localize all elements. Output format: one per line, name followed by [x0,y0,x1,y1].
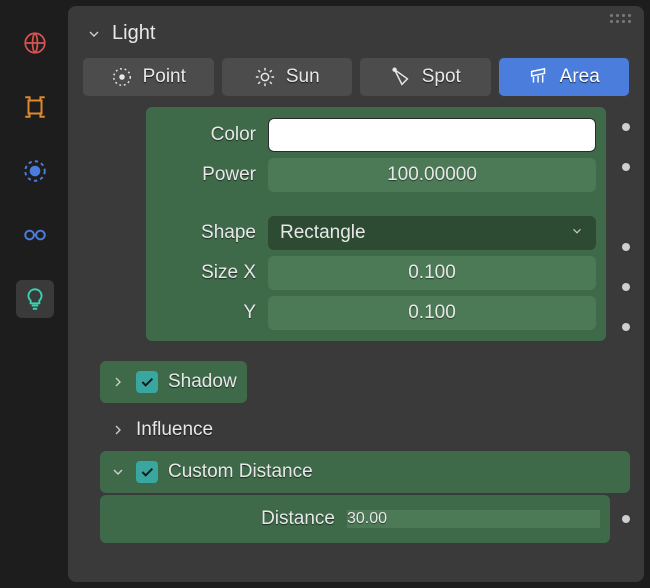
shape-label: Shape [156,222,256,244]
power-label: Power [156,164,256,186]
distance-field[interactable]: 30.00 [347,510,600,528]
chevron-down-icon [86,26,102,42]
panel-title: Light [112,22,155,45]
light-type-sun[interactable]: Sun [221,57,354,97]
area-light-icon [528,66,550,88]
custom-distance-checkbox[interactable] [136,461,158,483]
light-type-label: Point [143,66,186,88]
panel-header[interactable]: Light [82,18,630,57]
light-type-label: Sun [286,66,320,88]
light-type-spot[interactable]: Spot [359,57,492,97]
sizey-field[interactable]: 0.100 [268,296,596,330]
power-row: Power 100.00000 [156,155,596,195]
anim-dot[interactable] [622,163,630,171]
light-properties-group: Color Power 100.00000 Shape Rectangle [146,107,606,341]
sizex-label: Size X [156,262,256,284]
tab-physics[interactable] [16,152,54,190]
sun-light-icon [254,66,276,88]
shape-row: Shape Rectangle [156,213,596,253]
shadow-label: Shadow [168,371,237,393]
tab-constraints[interactable] [16,216,54,254]
color-label: Color [156,124,256,146]
sizey-row: Y 0.100 [156,293,596,333]
light-type-area[interactable]: Area [498,57,631,97]
sizey-label: Y [156,302,256,324]
tab-world[interactable] [16,24,54,62]
shape-select[interactable]: Rectangle [268,216,596,250]
chevron-right-icon [110,422,126,438]
sizex-row: Size X 0.100 [156,253,596,293]
chevron-right-icon [110,374,126,390]
influence-subpanel-header[interactable]: Influence [100,409,630,451]
sizex-field[interactable]: 0.100 [268,256,596,290]
anim-dot[interactable] [622,283,630,291]
light-type-tabs: Point Sun Spot Area [82,57,630,107]
panel-drag-handle-icon[interactable] [610,14,632,24]
tab-data-light[interactable] [16,280,54,318]
influence-label: Influence [136,419,213,441]
anim-dot[interactable] [622,123,630,131]
color-swatch[interactable] [268,118,596,152]
anim-dot[interactable] [622,323,630,331]
chevron-down-icon [110,464,126,480]
distance-row: Distance 30.00 [100,497,630,541]
light-type-label: Spot [422,66,461,88]
color-row: Color [156,115,596,155]
anim-dot[interactable] [622,515,630,523]
point-light-icon [111,66,133,88]
shadow-subpanel-header[interactable]: Shadow [100,361,247,403]
tab-object[interactable] [16,88,54,126]
custom-distance-subpanel-header[interactable]: Custom Distance [100,451,630,493]
spot-light-icon [390,66,412,88]
anim-dot[interactable] [622,243,630,251]
light-type-point[interactable]: Point [82,57,215,97]
shape-value: Rectangle [280,222,366,244]
power-field[interactable]: 100.00000 [268,158,596,192]
light-properties-panel: Light Point Sun Spot [68,6,644,582]
custom-distance-label: Custom Distance [168,461,313,483]
properties-tab-strip [6,6,64,582]
shadow-checkbox[interactable] [136,371,158,393]
chevron-down-icon [570,222,584,244]
light-type-label: Area [560,66,600,88]
distance-label: Distance [110,508,335,530]
